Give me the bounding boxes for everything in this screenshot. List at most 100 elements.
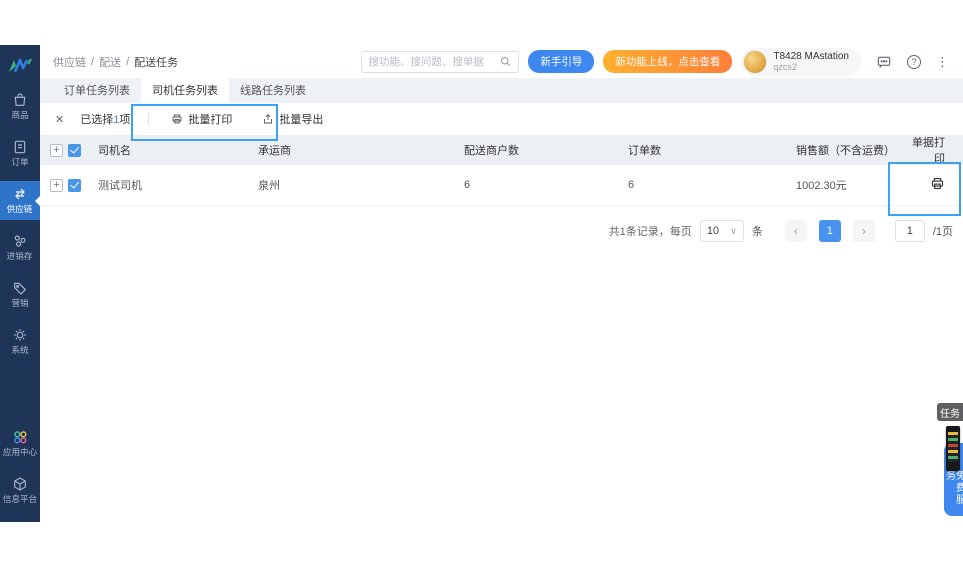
task-tabs: 订单任务列表 司机任务列表 线路任务列表 <box>40 77 963 103</box>
batch-export-button[interactable]: 批量导出 <box>262 111 323 127</box>
batch-toolbar: ✕ 已选择1项 批量打印 批量导出 <box>40 103 963 135</box>
breadcrumb-separator: / <box>126 55 130 68</box>
breadcrumb-item[interactable]: 供应链 <box>53 54 86 70</box>
sidebar-item-system[interactable]: 系统 <box>0 322 40 361</box>
selected-suffix: 项 <box>119 114 131 126</box>
sidebar-item-app-center[interactable]: 应用中心 <box>0 424 40 463</box>
breadcrumb: 供应链 / 配送 / 配送任务 <box>53 54 178 70</box>
promo-phone-thumbnail <box>946 426 960 471</box>
tab-route-task-list[interactable]: 线路任务列表 <box>229 77 317 103</box>
app-logo[interactable] <box>0 45 40 79</box>
page-jump-input[interactable] <box>894 220 925 242</box>
sidebar-item-inventory[interactable]: 进销存 <box>0 228 40 267</box>
row-print-button[interactable] <box>930 176 945 194</box>
sidebar-item-marketing[interactable]: 营销 <box>0 275 40 314</box>
topbar: 供应链 / 配送 / 配送任务 新手引导 新功能上线，点击查看 <box>40 45 963 78</box>
guide-button[interactable]: 新手引导 <box>528 50 595 73</box>
tab-driver-task-list[interactable]: 司机任务列表 <box>141 77 229 103</box>
sidebar-item-label: 应用中心 <box>2 447 38 457</box>
sidebar-item-goods[interactable]: 商品 <box>0 87 40 126</box>
col-merchant-count: 配送商户数 <box>464 145 519 157</box>
avatar <box>743 49 768 74</box>
user-chip[interactable]: T8428 MAstation qzcs2 <box>741 47 861 76</box>
batch-print-button[interactable]: 批量打印 <box>171 111 232 127</box>
table-header: + 司机名 承运商 配送商户数 订单数 销售额（不含运费） 单据打印 <box>40 135 963 165</box>
main-area: 供应链 / 配送 / 配送任务 新手引导 新功能上线，点击查看 <box>40 45 963 522</box>
logo-icon <box>9 57 32 72</box>
page-size-unit: 条 <box>751 226 763 238</box>
col-driver-name: 司机名 <box>98 145 131 157</box>
col-doc-print: 单据打印 <box>912 137 945 165</box>
sidebar-item-label: 营销 <box>11 298 29 308</box>
cell-order-count: 6 <box>628 179 635 191</box>
sidebar-item-label: 订单 <box>11 157 29 167</box>
col-sales-amount: 销售额（不含运费） <box>796 145 895 157</box>
bag-icon <box>14 93 26 106</box>
global-search[interactable] <box>361 50 520 73</box>
row-expand-button[interactable]: + <box>50 178 63 192</box>
col-order-count: 订单数 <box>628 145 661 157</box>
topbar-right: 新手引导 新功能上线，点击查看 T8428 MAstation qzcs2 <box>361 47 953 76</box>
promo-button[interactable]: 新功能上线，点击查看 <box>603 50 733 73</box>
export-icon <box>264 114 273 124</box>
cube-icon <box>14 477 26 491</box>
record-count-text: 共1条记录，每页 <box>608 226 692 238</box>
batch-export-label: 批量导出 <box>279 114 324 126</box>
page-number-button[interactable]: 1 <box>818 220 841 242</box>
search-input[interactable] <box>368 55 500 68</box>
printer-icon <box>931 177 944 190</box>
clear-selection-icon[interactable]: ✕ <box>55 113 64 126</box>
row-expand-cell: + <box>40 178 68 192</box>
expand-all-button[interactable]: + <box>50 143 63 157</box>
sidebar-bottom-group: 应用中心 信息平台 <box>0 416 40 510</box>
order-doc-icon <box>14 140 26 154</box>
sidebar-item-label: 信息平台 <box>2 494 38 504</box>
search-icon[interactable] <box>499 55 512 68</box>
cell-sales-amount: 1002.30元 <box>796 180 847 192</box>
user-info: T8428 MAstation qzcs2 <box>773 51 849 73</box>
tag-icon <box>14 282 27 295</box>
tab-order-task-list[interactable]: 订单任务列表 <box>53 77 141 103</box>
gear-icon <box>14 329 26 341</box>
swap-arrows-icon <box>15 188 25 200</box>
sidebar-item-info-platform[interactable]: 信息平台 <box>0 471 40 510</box>
sidebar-item-label: 系统 <box>11 345 29 355</box>
select-all-cell <box>68 143 98 157</box>
row-checkbox[interactable] <box>68 178 81 192</box>
page-size-value: 10 <box>706 225 720 237</box>
toolbar-divider <box>148 113 150 125</box>
total-pages-text: /1页 <box>932 226 953 238</box>
expand-all-cell: + <box>40 143 68 157</box>
task-drawer-tab[interactable]: 任务 <box>937 403 963 421</box>
batch-print-label: 批量打印 <box>188 114 233 126</box>
select-all-checkbox[interactable] <box>68 143 81 157</box>
page-size-select[interactable]: 10 ∨ <box>699 220 744 242</box>
topbar-icons: ? ⋮ <box>876 54 949 70</box>
service-ribbon-label: 免费服务 <box>943 470 963 506</box>
chevron-down-icon: ∨ <box>730 225 737 236</box>
sidebar-item-label: 供应链 <box>7 204 33 214</box>
breadcrumb-item[interactable]: 配送 <box>99 54 121 70</box>
cell-merchant-count: 6 <box>464 179 471 191</box>
breadcrumb-separator: / <box>91 55 95 68</box>
cell-driver-name: 测试司机 <box>98 180 142 192</box>
printer-icon <box>172 114 182 124</box>
cell-doc-print <box>902 176 963 194</box>
pagination: 共1条记录，每页 10 ∨ 条 ‹ 1 › /1页 <box>40 206 963 242</box>
sidebar: 商品 订单 供应链 进销存 营销 系统 应用中心 信息平台 <box>0 45 40 522</box>
prev-page-button[interactable]: ‹ <box>784 220 807 242</box>
col-carrier: 承运商 <box>258 145 291 157</box>
apps-icon <box>14 431 27 444</box>
app-window: 商品 订单 供应链 进销存 营销 系统 应用中心 信息平台 供应链 / 配送 /… <box>0 45 963 522</box>
sidebar-item-supply-chain[interactable]: 供应链 <box>0 181 40 220</box>
sidebar-item-orders[interactable]: 订单 <box>0 134 40 173</box>
kebab-menu-icon[interactable]: ⋮ <box>936 55 949 68</box>
user-name: T8428 MAstation <box>773 50 849 62</box>
help-icon[interactable]: ? <box>907 54 921 69</box>
message-icon[interactable] <box>876 54 892 70</box>
selection-summary: 已选择1项 <box>80 111 130 127</box>
next-page-button[interactable]: › <box>852 220 875 242</box>
user-subtitle: qzcs2 <box>773 62 797 73</box>
row-check-cell <box>68 178 98 192</box>
table-row: + 测试司机 泉州 6 6 1002.30元 <box>40 165 963 206</box>
